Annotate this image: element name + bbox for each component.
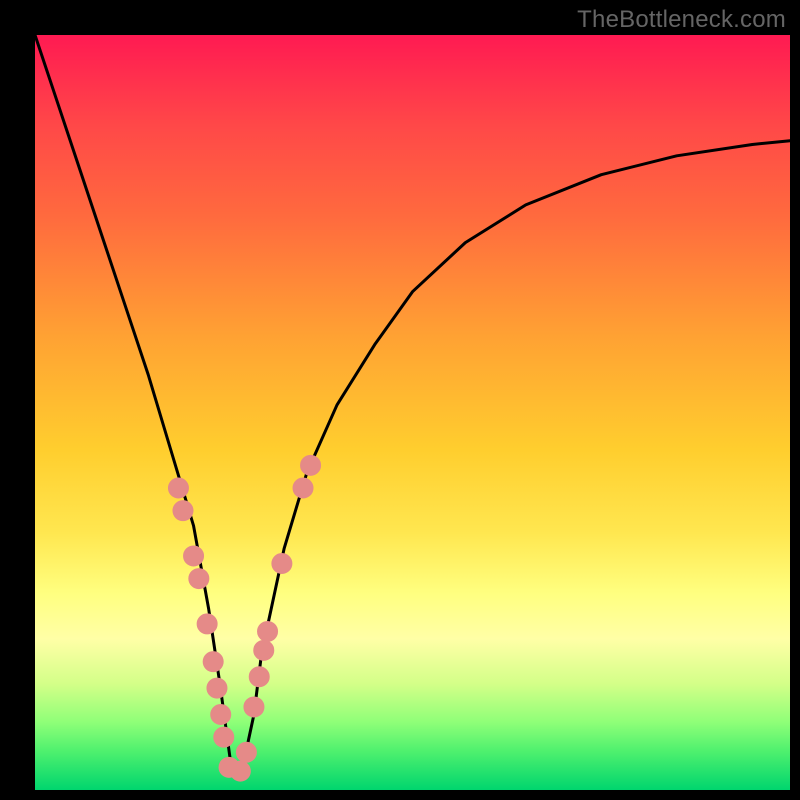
data-marker [207, 678, 227, 698]
watermark-text: TheBottleneck.com [577, 6, 786, 34]
data-marker [173, 501, 193, 521]
chart-frame: TheBottleneck.com [0, 0, 800, 800]
data-marker [184, 546, 204, 566]
data-marker [249, 667, 269, 687]
data-marker [293, 478, 313, 498]
data-marker [254, 640, 274, 660]
data-marker [189, 569, 209, 589]
data-marker [214, 727, 234, 747]
data-marker [244, 697, 264, 717]
data-marker [197, 614, 217, 634]
data-marker [230, 761, 250, 781]
data-marker [301, 455, 321, 475]
data-marker [236, 742, 256, 762]
plot-area [35, 35, 790, 790]
data-marker [203, 652, 223, 672]
data-marker [211, 705, 231, 725]
data-marker [272, 554, 292, 574]
bottleneck-chart-svg [35, 35, 790, 790]
data-marker [258, 621, 278, 641]
data-marker [168, 478, 188, 498]
bottleneck-curve [35, 35, 790, 767]
